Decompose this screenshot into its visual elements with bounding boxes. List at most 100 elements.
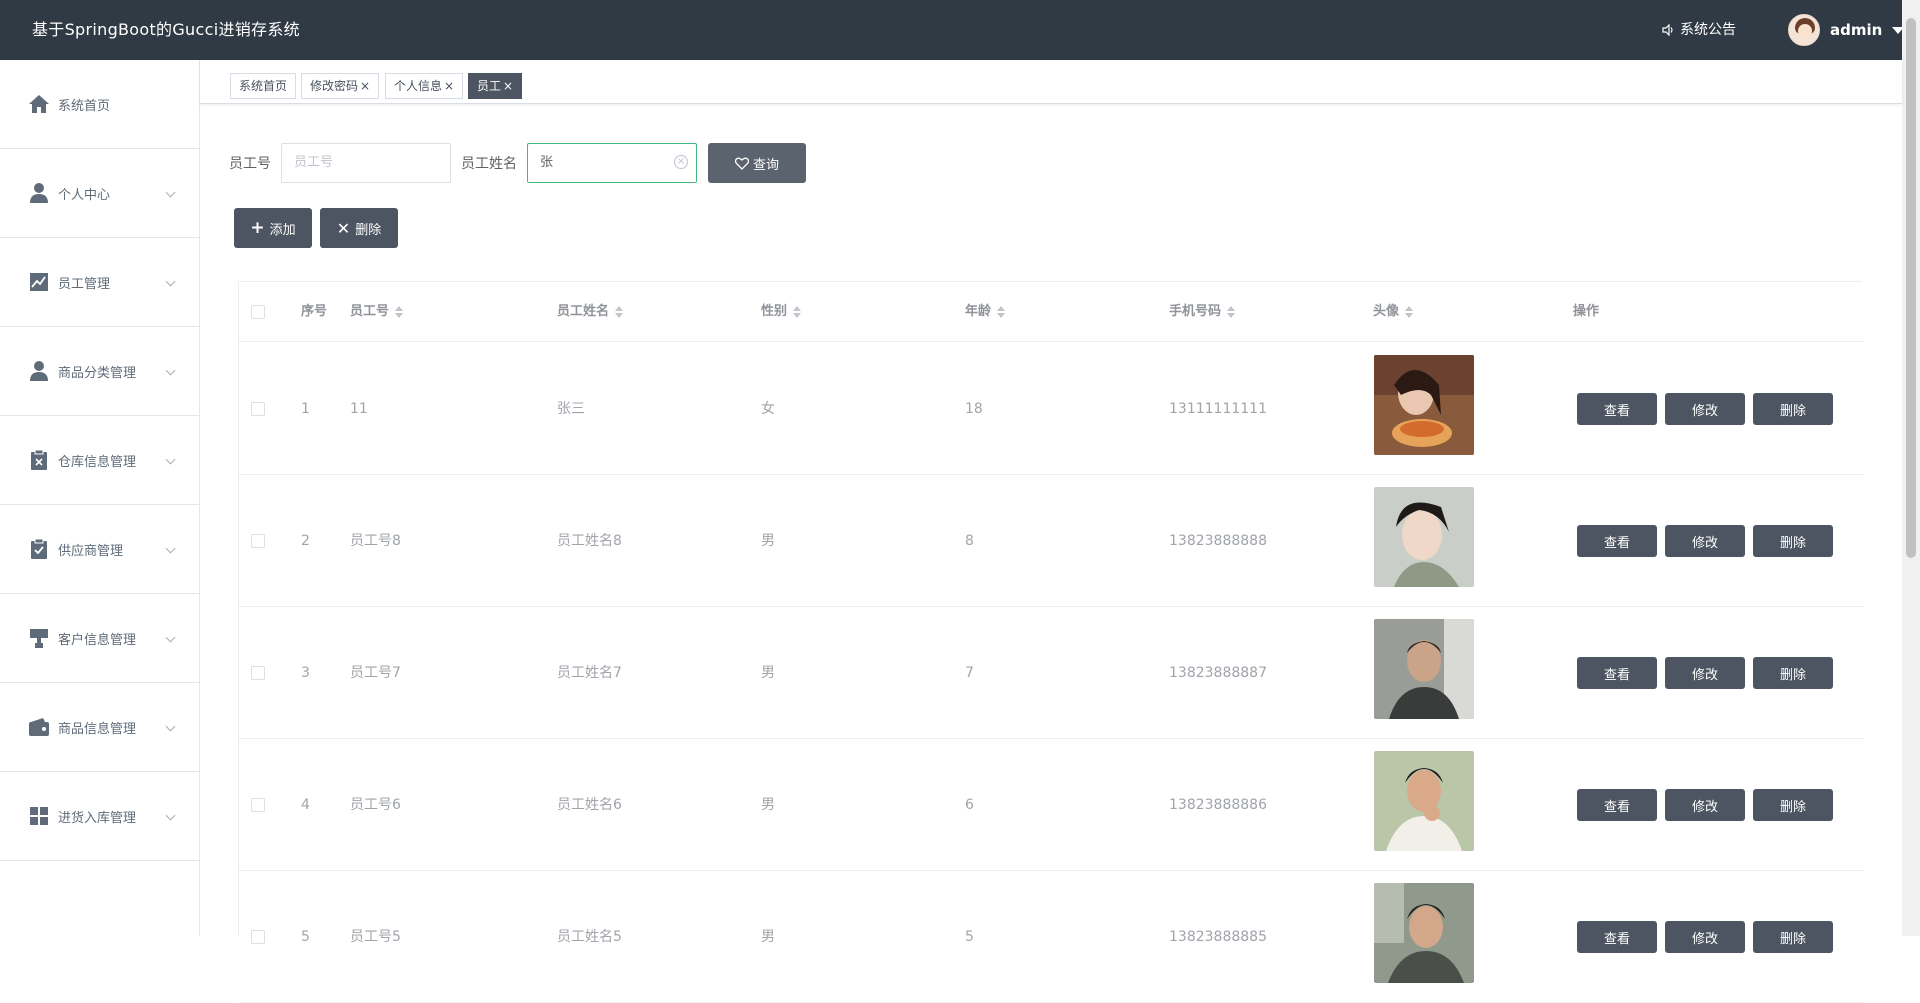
sidebar-item-label: 个人中心 — [58, 187, 111, 203]
speaker-icon — [1662, 24, 1673, 36]
search-form: 员工号 员工号 员工姓名 张 × — [229, 143, 697, 183]
plus-icon: + — [250, 218, 265, 238]
page-scrollbar[interactable] — [1902, 0, 1920, 936]
tab-change-password[interactable]: 修改密码 × — [301, 73, 380, 99]
cell-gender: 男 — [761, 665, 775, 681]
row-checkbox[interactable] — [251, 930, 265, 944]
sidebar: 系统首页 个人中心 员工管理 商品分类管理 仓库信息管理 供应商管理 客户信息管… — [0, 60, 200, 936]
sidebar-item-category[interactable]: 商品分类管理 — [0, 327, 199, 416]
tab-personal-info[interactable]: 个人信息 × — [385, 73, 464, 99]
edit-button[interactable]: 修改 — [1665, 657, 1745, 689]
tab-employee[interactable]: 员工 × — [468, 73, 523, 99]
avatar-photo — [1374, 883, 1474, 983]
col-emp-id[interactable]: 员工号 — [350, 282, 404, 342]
col-photo[interactable]: 头像 — [1373, 282, 1414, 342]
table-row: 2 员工号8 员工姓名8 男 8 13823888888 查看 修改 删除 — [239, 475, 1863, 607]
table-row: 4 员工号6 员工姓名6 男 6 13823888886 查看 修改 删除 — [239, 739, 1863, 871]
heart-icon — [734, 157, 749, 170]
row-checkbox[interactable] — [251, 402, 265, 416]
avatar — [1788, 14, 1820, 46]
sort-icon — [395, 306, 404, 318]
cell-phone: 13823888885 — [1169, 929, 1267, 945]
clipboard-x-icon — [28, 449, 50, 471]
edit-button[interactable]: 修改 — [1665, 525, 1745, 557]
delete-button[interactable]: 删除 — [1753, 525, 1833, 557]
close-icon[interactable]: × — [360, 79, 370, 93]
view-button[interactable]: 查看 — [1577, 393, 1657, 425]
col-age[interactable]: 年龄 — [965, 282, 1006, 342]
sort-icon — [1227, 306, 1236, 318]
cell-gender: 男 — [761, 929, 775, 945]
system-notice-link[interactable]: 系统公告 — [1662, 0, 1736, 60]
cell-age: 18 — [965, 401, 983, 417]
query-button[interactable]: 查询 — [708, 143, 806, 183]
view-button[interactable]: 查看 — [1577, 921, 1657, 953]
user-menu[interactable]: admin — [1788, 14, 1905, 46]
col-gender[interactable]: 性别 — [761, 282, 802, 342]
view-button[interactable]: 查看 — [1577, 657, 1657, 689]
delete-button[interactable]: 删除 — [1753, 921, 1833, 953]
row-checkbox[interactable] — [251, 534, 265, 548]
tab-home[interactable]: 系统首页 — [230, 73, 297, 99]
select-all-checkbox[interactable] — [251, 305, 265, 319]
sidebar-item-label: 系统首页 — [58, 98, 111, 114]
emp-name-input[interactable]: 张 × — [527, 143, 697, 183]
emp-id-input[interactable]: 员工号 — [281, 143, 451, 183]
delete-button[interactable]: 删除 — [1753, 789, 1833, 821]
batch-delete-button[interactable]: ✕ 删除 — [320, 208, 398, 248]
avatar-photo — [1374, 355, 1474, 455]
edit-button[interactable]: 修改 — [1665, 789, 1745, 821]
cell-index: 3 — [301, 665, 310, 681]
add-button[interactable]: + 添加 — [234, 208, 312, 248]
cell-index: 4 — [301, 797, 310, 813]
sidebar-item-employee[interactable]: 员工管理 — [0, 238, 199, 327]
col-emp-name[interactable]: 员工姓名 — [557, 282, 624, 342]
emp-id-label: 员工号 — [229, 156, 271, 172]
notice-label: 系统公告 — [1680, 22, 1736, 38]
row-checkbox[interactable] — [251, 666, 265, 680]
edit-button[interactable]: 修改 — [1665, 393, 1745, 425]
cell-index: 2 — [301, 533, 310, 549]
cell-emp-name: 张三 — [557, 401, 585, 417]
edit-button[interactable]: 修改 — [1665, 921, 1745, 953]
table-header: 序号 员工号 员工姓名 性别 年龄 手机号码 头像 操作 — [239, 282, 1863, 342]
clear-icon[interactable]: × — [674, 155, 688, 169]
sidebar-item-warehouse[interactable]: 仓库信息管理 — [0, 416, 199, 505]
sidebar-item-goods[interactable]: 商品信息管理 — [0, 683, 199, 772]
chevron-down-icon — [165, 276, 176, 287]
add-label: 添加 — [269, 222, 296, 238]
cell-gender: 男 — [761, 533, 775, 549]
chevron-down-icon — [165, 721, 176, 732]
wallet-icon — [28, 716, 50, 738]
table-row: 5 员工号5 员工姓名5 男 5 13823888885 查看 修改 删除 — [239, 871, 1863, 1003]
row-checkbox[interactable] — [251, 798, 265, 812]
view-button[interactable]: 查看 — [1577, 789, 1657, 821]
grid-icon — [28, 805, 50, 827]
cell-age: 5 — [965, 929, 974, 945]
cell-index: 1 — [301, 401, 310, 417]
tags-view: 系统首页 修改密码 × 个人信息 × 员工 × — [200, 60, 1902, 104]
home-icon — [28, 93, 50, 115]
avatar-photo — [1374, 487, 1474, 587]
tab-label: 员工 — [477, 79, 502, 93]
sidebar-item-purchase[interactable]: 进货入库管理 — [0, 772, 199, 861]
delete-button[interactable]: 删除 — [1753, 393, 1833, 425]
cell-age: 6 — [965, 797, 974, 813]
chevron-down-icon — [165, 187, 176, 198]
cell-emp-name: 员工姓名5 — [557, 929, 622, 945]
sidebar-item-supplier[interactable]: 供应商管理 — [0, 505, 199, 594]
sidebar-item-customer[interactable]: 客户信息管理 — [0, 594, 199, 683]
close-icon[interactable]: × — [503, 79, 513, 93]
employee-table: 序号 员工号 员工姓名 性别 年龄 手机号码 头像 操作 1 11 张三 女 1… — [238, 281, 1863, 1003]
close-icon[interactable]: × — [444, 79, 454, 93]
scrollbar-thumb[interactable] — [1906, 18, 1916, 558]
view-button[interactable]: 查看 — [1577, 525, 1657, 557]
tab-label: 修改密码 — [310, 79, 359, 93]
cell-phone: 13823888888 — [1169, 533, 1267, 549]
cell-gender: 男 — [761, 797, 775, 813]
sidebar-item-home[interactable]: 系统首页 — [0, 60, 199, 149]
cell-index: 5 — [301, 929, 310, 945]
sidebar-item-personal-center[interactable]: 个人中心 — [0, 149, 199, 238]
delete-button[interactable]: 删除 — [1753, 657, 1833, 689]
col-phone[interactable]: 手机号码 — [1169, 282, 1236, 342]
